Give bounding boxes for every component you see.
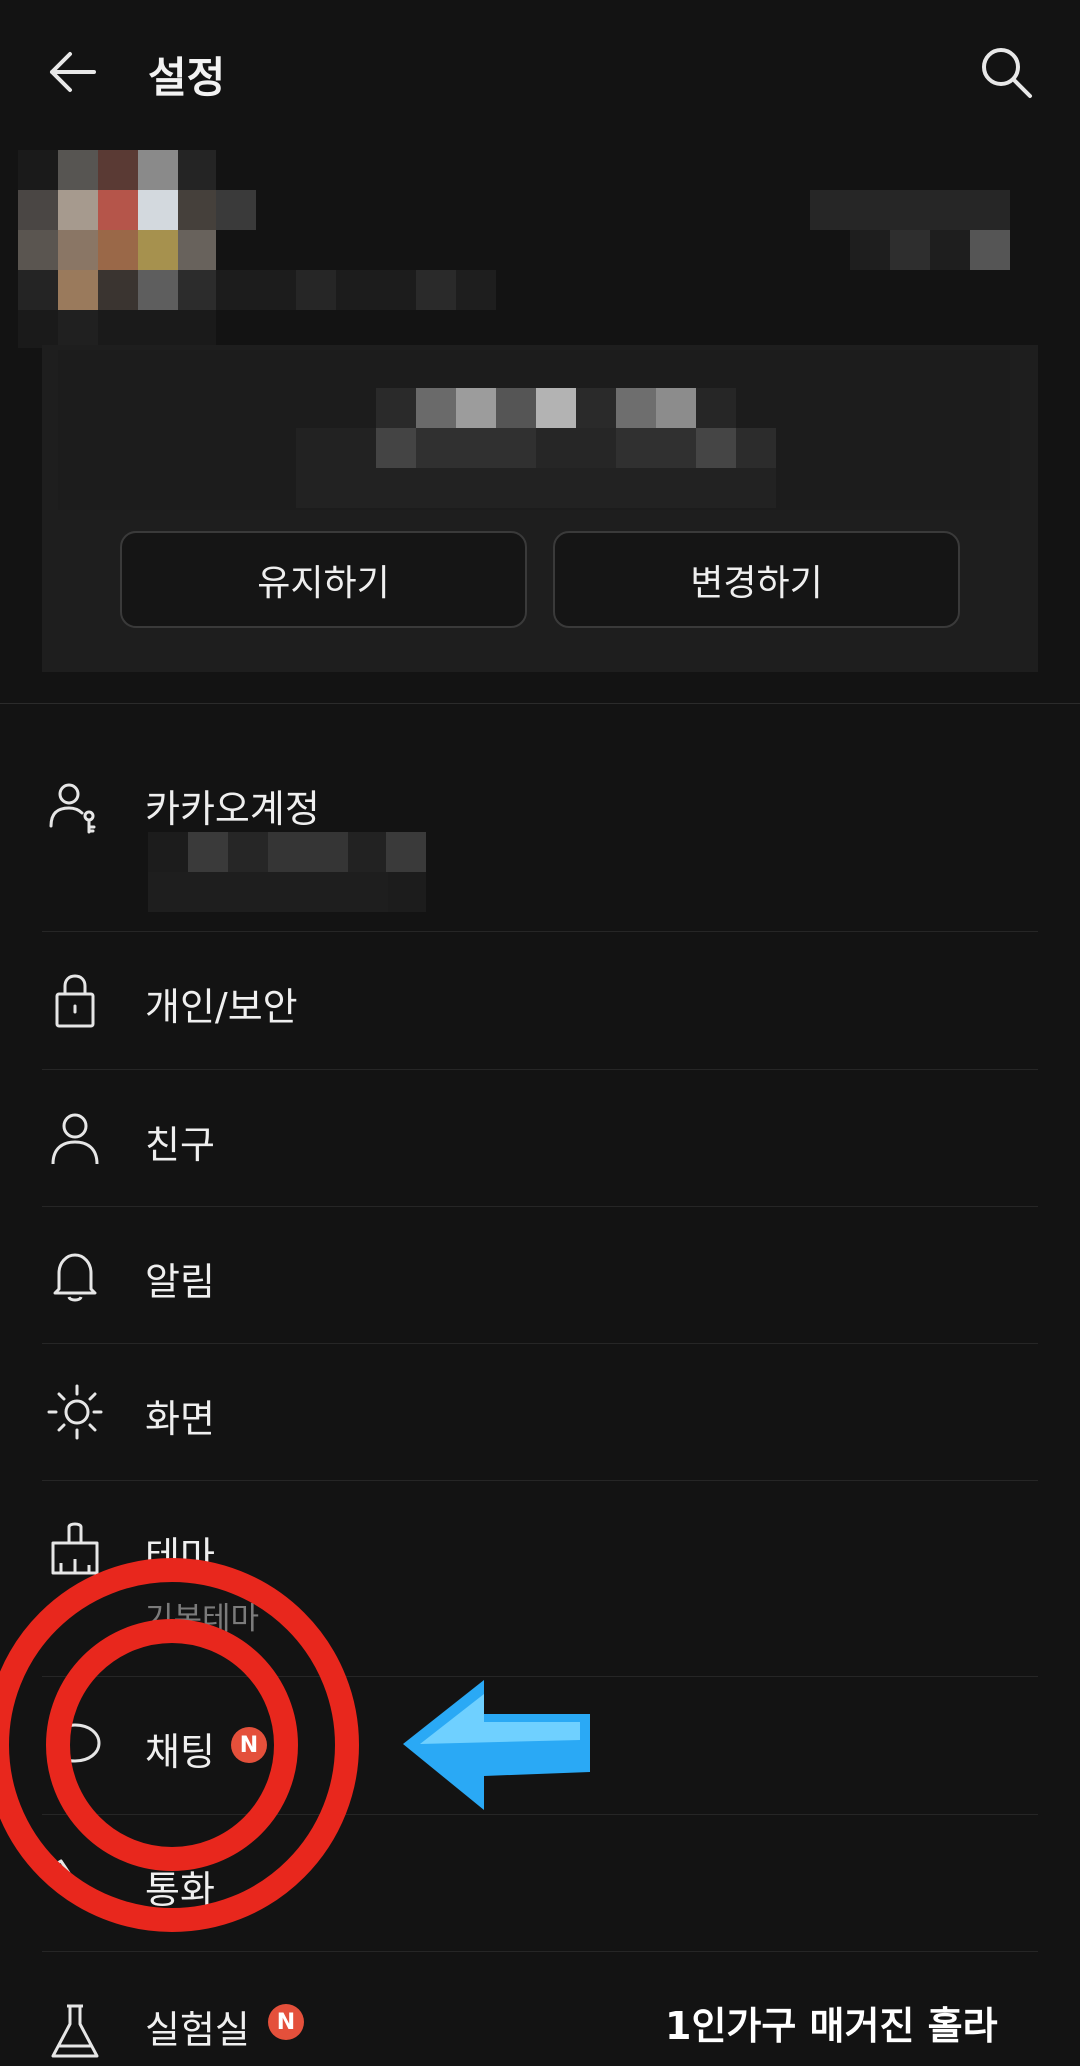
phone-icon xyxy=(45,1853,105,1913)
person-icon xyxy=(45,1108,105,1168)
top-bar: 설정 xyxy=(0,0,1080,145)
menu-item-label: 실험실 xyxy=(145,2008,250,2052)
back-arrow-icon[interactable] xyxy=(44,44,100,100)
page-title: 설정 xyxy=(148,53,226,102)
account-email-redacted xyxy=(148,832,426,912)
menu-item-notifications[interactable]: 알림 xyxy=(0,1207,1080,1344)
menu-item-label: 카카오계정 xyxy=(145,787,320,831)
brightness-icon xyxy=(45,1382,105,1442)
bell-icon xyxy=(45,1245,105,1305)
search-icon[interactable] xyxy=(978,44,1034,100)
menu-item-label: 테마 xyxy=(145,1534,215,1578)
menu-item-sublabel: 기본테마 xyxy=(145,1601,260,1637)
menu-item-theme[interactable]: 테마 기본테마 xyxy=(0,1481,1080,1676)
section-divider xyxy=(0,703,1080,704)
profile-avatar[interactable] xyxy=(18,150,216,348)
change-button[interactable]: 변경하기 xyxy=(553,531,960,628)
menu-item-calls[interactable]: 통화 xyxy=(0,1815,1080,1952)
menu-item-privacy-security[interactable]: 개인/보안 xyxy=(0,932,1080,1069)
account-icon xyxy=(45,778,105,838)
new-badge: N xyxy=(231,1727,267,1763)
menu-item-label: 채팅 xyxy=(145,1730,215,1774)
keep-button[interactable]: 유지하기 xyxy=(120,531,527,628)
menu-item-label: 알림 xyxy=(145,1260,215,1304)
theme-brush-icon xyxy=(45,1519,105,1579)
menu-item-label: 개인/보안 xyxy=(145,985,298,1029)
menu-item-display[interactable]: 화면 xyxy=(0,1344,1080,1481)
menu-item-label: 통화 xyxy=(145,1868,215,1912)
flask-icon xyxy=(45,2002,105,2062)
menu-item-label: 화면 xyxy=(145,1397,215,1441)
menu-item-label: 친구 xyxy=(145,1123,215,1167)
profile-name-redacted xyxy=(216,190,496,310)
watermark-text: 1인가구 매거진 홀라 xyxy=(665,2004,998,2048)
menu-item-chats[interactable]: 채팅 N xyxy=(0,1677,1080,1814)
menu-item-friends[interactable]: 친구 xyxy=(0,1070,1080,1207)
new-badge: N xyxy=(268,2004,304,2040)
menu-item-kakao-account[interactable]: 카카오계정 xyxy=(0,740,1080,930)
profile-card-message-redacted xyxy=(58,350,1010,510)
profile-edit-redacted[interactable] xyxy=(810,190,1010,270)
chat-bubble-icon xyxy=(45,1715,105,1775)
lock-icon xyxy=(45,970,105,1030)
